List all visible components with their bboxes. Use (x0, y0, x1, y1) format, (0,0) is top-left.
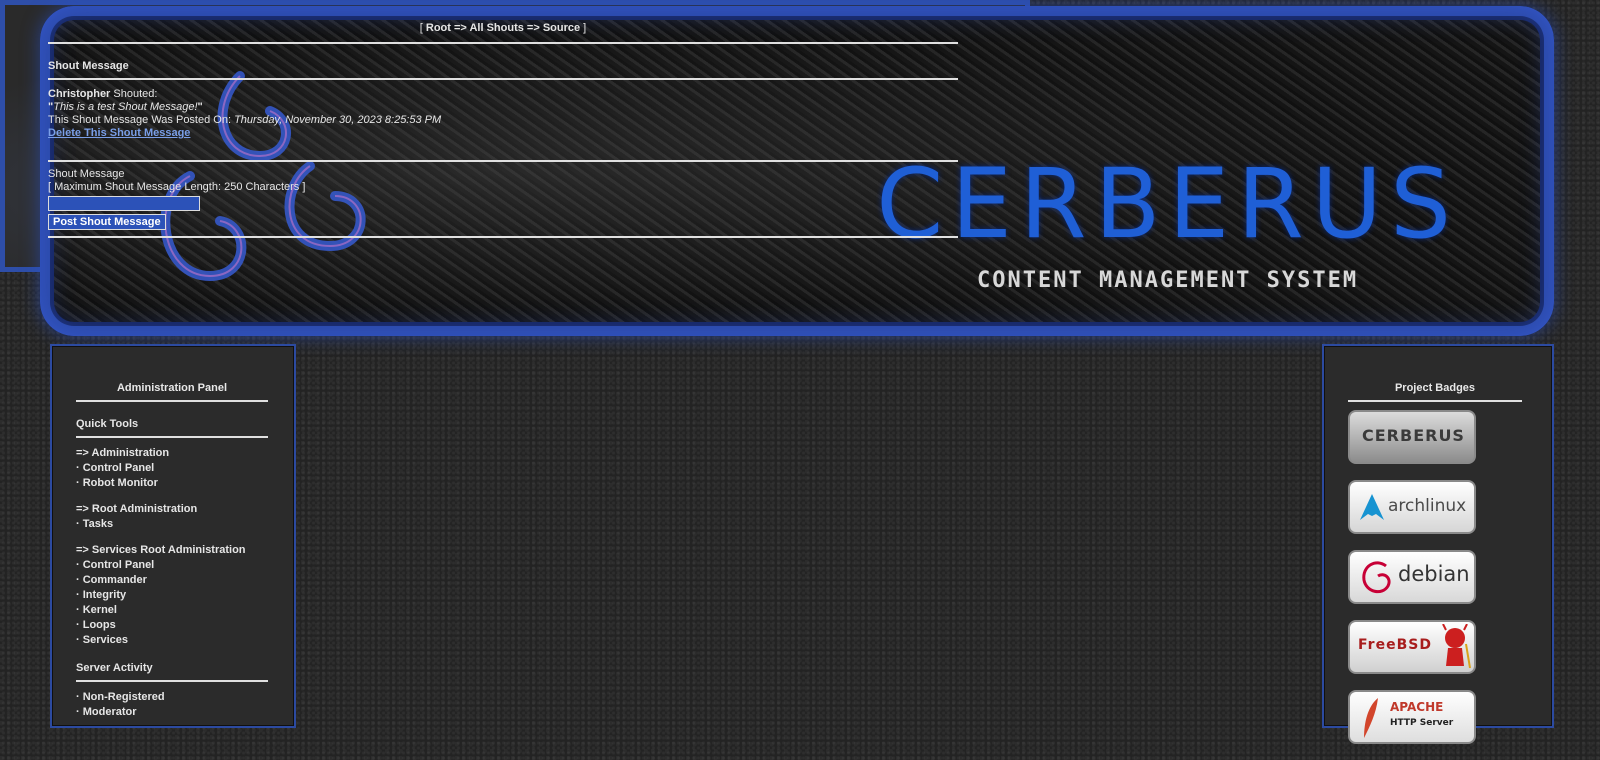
breadcrumb: [ Root => All Shouts => Source ] (48, 22, 958, 34)
menu-item-label: Services (82, 634, 128, 646)
divider (48, 78, 958, 80)
shout-panel: [ Root => All Shouts => Source ] Shout M… (0, 0, 1030, 272)
badge-sublabel: HTTP Server (1390, 718, 1454, 728)
quick-tools-heading: Quick Tools (76, 418, 139, 430)
menu-item-label: Control Panel (82, 559, 155, 571)
administration-panel: Administration Panel Quick Tools => Admi… (50, 344, 296, 728)
debian-badge[interactable]: debian (1348, 550, 1476, 604)
menu-item-commander[interactable]: · Commander (76, 573, 268, 588)
brand-name: CERBERUS (876, 148, 1459, 260)
bullet: · (76, 559, 80, 571)
bullet: · (76, 619, 80, 631)
divider (76, 680, 268, 682)
delete-shout-link[interactable]: Delete This Shout Message (48, 127, 190, 139)
bullet: · (76, 706, 80, 718)
admin-group: => Administration · Control Panel · Robo… (76, 446, 268, 491)
bullet: · (76, 691, 80, 703)
services-root-admin-group: => Services Root Administration · Contro… (76, 543, 268, 648)
menu-item-tasks[interactable]: · Tasks (76, 517, 268, 532)
archlinux-badge[interactable]: archlinux (1348, 480, 1476, 534)
debian-swirl-icon (1362, 561, 1391, 594)
shout-text: "This is a test Shout Message!" (48, 101, 203, 113)
menu-item-label: Kernel (82, 604, 117, 616)
arch-logo-icon (1360, 494, 1384, 520)
services-root-admin-group-header[interactable]: => Services Root Administration (76, 543, 268, 558)
badge-label: debian (1398, 562, 1470, 586)
menu-item-robot-monitor[interactable]: · Robot Monitor (76, 476, 268, 491)
apache-feather-icon (1364, 698, 1378, 738)
menu-item-kernel[interactable]: · Kernel (76, 603, 268, 618)
bullet: · (76, 574, 80, 586)
post-shout-button[interactable]: Post Shout Message (48, 214, 166, 230)
divider (48, 236, 958, 238)
breadcrumb-path[interactable]: Root => All Shouts => Source (426, 22, 580, 34)
posted-line: This Shout Message Was Posted On: Thursd… (48, 114, 958, 127)
bullet: · (76, 462, 80, 474)
menu-item-label: Integrity (82, 589, 127, 601)
shout-author[interactable]: Christopher (48, 88, 110, 100)
apache-badge[interactable]: APACHE HTTP Server (1348, 690, 1476, 744)
freebsd-badge[interactable]: FreeBSD (1348, 620, 1476, 674)
menu-item-label: Tasks (82, 518, 114, 530)
menu-item-label: Loops (82, 619, 116, 631)
posted-label: This Shout Message Was Posted On: (48, 114, 235, 126)
menu-item-label: Non-Registered (82, 691, 165, 703)
shout-message-input[interactable] (48, 196, 200, 211)
badge-label: APACHE (1390, 700, 1444, 714)
bsd-daemon-icon (1442, 624, 1471, 669)
root-admin-group-header[interactable]: => Root Administration (76, 502, 268, 517)
project-badges-panel: Project Badges CERBERUS archlinux debian… (1322, 344, 1554, 744)
bullet: · (76, 634, 80, 646)
cerberus-badge[interactable]: CERBERUS (1348, 410, 1476, 464)
badge-label: archlinux (1388, 496, 1467, 516)
activity-item-non-registered[interactable]: · Non-Registered (76, 690, 268, 705)
shout-message-block: Christopher Shouted: "This is a test Sho… (48, 88, 958, 140)
menu-item-control-panel[interactable]: · Control Panel (76, 461, 268, 476)
banner-brand: CERBERUS CONTENT MANAGEMENT SYSTEM (876, 156, 1459, 293)
activity-item-moderator[interactable]: · Moderator (76, 705, 268, 720)
bullet: · (76, 604, 80, 616)
server-activity-heading: Server Activity (76, 662, 153, 674)
divider (48, 160, 958, 162)
menu-item-label: Moderator (82, 706, 137, 718)
section-title: Shout Message (48, 60, 129, 72)
menu-item-label: Control Panel (82, 462, 155, 474)
menu-item-label: Robot Monitor (82, 477, 158, 489)
shout-form: Shout Message [ Maximum Shout Message Le… (48, 168, 958, 230)
bullet: · (76, 518, 80, 530)
menu-item-services[interactable]: · Services (76, 633, 268, 648)
admin-group-header[interactable]: => Administration (76, 446, 268, 461)
breadcrumb-bracket: ] (580, 22, 587, 34)
menu-item-services-control-panel[interactable]: · Control Panel (76, 558, 268, 573)
badge-label: FreeBSD (1358, 637, 1432, 653)
form-label: Shout Message (48, 168, 125, 180)
shouted-label: Shouted: (110, 88, 158, 100)
root-admin-group: => Root Administration · Tasks (76, 502, 268, 532)
panel-title: Project Badges (1394, 382, 1476, 394)
max-length-note: [ Maximum Shout Message Length: 250 Char… (48, 181, 306, 193)
menu-item-loops[interactable]: · Loops (76, 618, 268, 633)
menu-item-label: Commander (82, 574, 147, 586)
divider (76, 400, 268, 402)
posted-date: Thursday, November 30, 2023 8:25:53 PM (234, 114, 442, 126)
bullet: · (76, 477, 80, 489)
brand-tagline: CONTENT MANAGEMENT SYSTEM (977, 268, 1359, 293)
badge-label: CERBERUS (1362, 426, 1465, 445)
shout-message-text: This is a test Shout Message! (53, 101, 198, 113)
bullet: · (76, 589, 80, 601)
panel-title: Administration Panel (116, 382, 228, 394)
divider (76, 436, 268, 438)
divider (48, 42, 958, 44)
divider (1348, 400, 1522, 402)
menu-item-integrity[interactable]: · Integrity (76, 588, 268, 603)
